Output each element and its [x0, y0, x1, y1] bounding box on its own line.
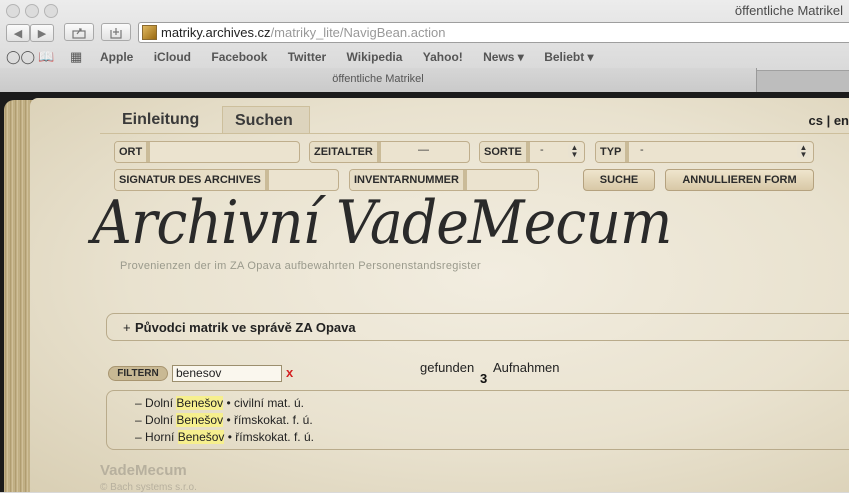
sorte-select[interactable]: SORTE - ▲ ▼	[479, 141, 585, 163]
typ-label: TYP	[596, 142, 630, 162]
add-bookmark-button[interactable]	[101, 23, 131, 41]
nav-divider	[100, 133, 849, 134]
search-highlight: Benešov	[176, 413, 224, 427]
reading-list-icon[interactable]: ◯◯	[6, 49, 35, 65]
lang-en[interactable]: en	[834, 113, 849, 128]
found-prefix: gefunden	[420, 360, 475, 375]
creators-accordion[interactable]: + Původci matrik ve správě ZA Opava	[106, 313, 849, 341]
forward-button[interactable]: ▶	[30, 24, 54, 42]
sorte-select-arrow-icon: ▲ ▼	[568, 144, 581, 159]
bookmark-wikipedia[interactable]: Wikipedia	[347, 50, 403, 64]
tab-einleitung[interactable]: Einleitung	[110, 106, 211, 134]
result-row[interactable]: – Dolní Benešov • civilní mat. ú.	[135, 396, 304, 410]
language-switcher: cs | en	[808, 113, 849, 128]
typ-select[interactable]: TYP - ▲ ▼	[595, 141, 814, 163]
result-row[interactable]: – Horní Benešov • římskokat. f. ú.	[135, 430, 314, 444]
signatur-label: SIGNATUR DES ARCHIVES	[115, 170, 269, 190]
inventarnummer-label: INVENTARNUMMER	[350, 170, 467, 190]
sorte-value: -	[540, 144, 544, 156]
bookmark-yahoo[interactable]: Yahoo!	[423, 50, 463, 64]
address-bar[interactable]: matriky.archives.cz/matriky_lite/NavigBe…	[138, 22, 849, 43]
typ-select-arrow-icon: ▲ ▼	[797, 144, 810, 159]
footer-copyright: © Bach systems s.r.o.	[100, 482, 197, 493]
ort-label: ORT	[115, 142, 151, 162]
lang-separator: |	[826, 113, 831, 128]
back-button[interactable]: ◀	[6, 24, 30, 42]
share-icon	[72, 28, 86, 39]
bookmark-news[interactable]: News ▾	[483, 50, 524, 64]
results-list: – Dolní Benešov • civilní mat. ú. – Doln…	[106, 390, 849, 450]
found-count: 3	[480, 371, 488, 386]
bookmark-facebook[interactable]: Facebook	[211, 50, 267, 64]
reset-form-button[interactable]: ANNULLIEREN FORM	[665, 169, 814, 191]
sorte-label: SORTE	[480, 142, 530, 162]
top-sites-grid-icon[interactable]: ▦	[70, 49, 82, 65]
add-bookmark-icon	[110, 28, 122, 39]
bookmarks-bar: Apple iCloud Facebook Twitter Wikipedia …	[100, 50, 611, 64]
zeitalter-field[interactable]: ZEITALTER —	[309, 141, 470, 163]
minimize-window-button[interactable]	[25, 4, 39, 18]
footer-brand: VadeMecum	[100, 462, 187, 479]
accordion-title: Původci matrik ve správě ZA Opava	[135, 320, 356, 335]
bookmark-twitter[interactable]: Twitter	[288, 50, 326, 64]
filter-button[interactable]: FILTERN	[108, 366, 168, 381]
tab-active[interactable]: öffentliche Matrikel	[0, 68, 757, 92]
site-favicon-icon	[142, 25, 157, 40]
window-title: öffentliche Matrikel	[734, 3, 843, 18]
result-row[interactable]: – Dolní Benešov • římskokat. f. ú.	[135, 413, 313, 427]
clear-filter-icon[interactable]: x	[286, 366, 293, 380]
bookmark-icloud[interactable]: iCloud	[154, 50, 191, 64]
filter-input[interactable]: benesov	[172, 365, 282, 382]
tab-bar: öffentliche Matrikel	[0, 68, 849, 92]
tab-inactive[interactable]	[757, 70, 849, 92]
expand-plus-icon: +	[123, 320, 131, 335]
search-highlight: Benešov	[177, 430, 225, 444]
url-text: matriky.archives.cz/matriky_lite/NavigBe…	[161, 25, 446, 40]
share-button[interactable]	[64, 23, 94, 41]
close-window-button[interactable]	[6, 4, 20, 18]
browser-chrome: öffentliche Matrikel ◀ ▶ matriky.archive…	[0, 0, 849, 93]
zeitalter-value: —	[418, 144, 429, 156]
typ-value: -	[640, 144, 644, 156]
logo-title: Archivní VadeMecum	[92, 188, 672, 258]
bookmark-apple[interactable]: Apple	[100, 50, 133, 64]
bookmark-beliebt[interactable]: Beliebt ▾	[544, 50, 593, 64]
ort-field[interactable]: ORT	[114, 141, 300, 163]
lang-cs[interactable]: cs	[808, 113, 822, 128]
zoom-window-button[interactable]	[44, 4, 58, 18]
bookmarks-book-icon[interactable]: 📖	[38, 49, 54, 65]
zeitalter-label: ZEITALTER	[310, 142, 381, 162]
found-suffix: Aufnahmen	[493, 360, 560, 375]
search-highlight: Benešov	[176, 396, 224, 410]
logo-subtitle: Provenienzen der im ZA Opava aufbewahrte…	[120, 260, 482, 272]
tab-suchen[interactable]: Suchen	[222, 106, 310, 134]
